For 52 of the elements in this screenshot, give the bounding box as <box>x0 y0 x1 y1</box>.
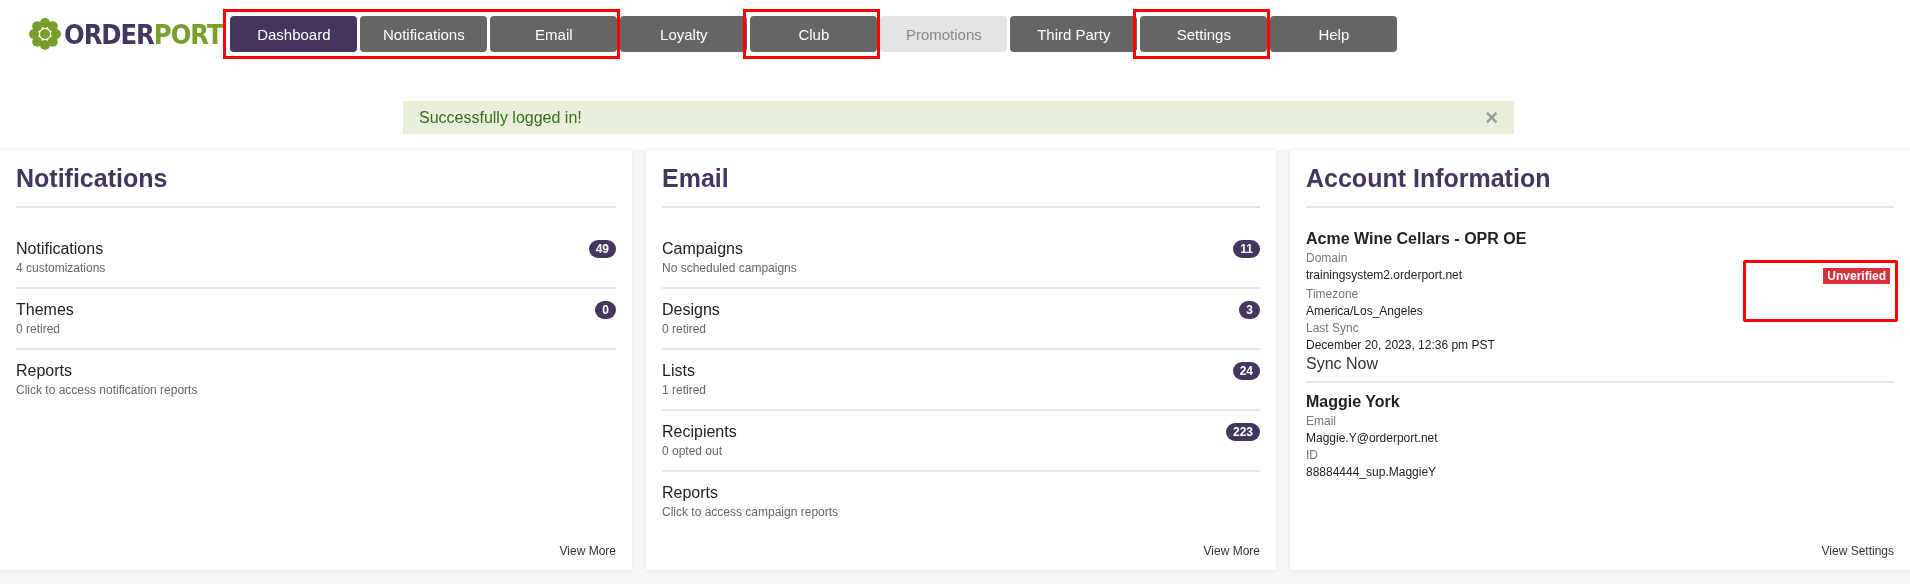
count-badge: 0 <box>595 301 616 319</box>
count-badge: 49 <box>588 240 616 258</box>
alert-message: Successfully logged in! <box>419 108 582 127</box>
field-value: 88884444_sup.MaggieY <box>1306 465 1438 479</box>
nav-tab[interactable]: Third Party <box>1010 16 1138 52</box>
item-title[interactable]: Campaigns <box>662 240 797 258</box>
card-title: Email <box>662 162 1260 208</box>
item-title[interactable]: Designs <box>662 301 720 319</box>
item-detail: 0 retired <box>662 322 708 336</box>
field-value: December 20, 2023, 12:36 pm PST <box>1306 338 1496 352</box>
item-detail: Click to access campaign reports <box>662 505 839 519</box>
item-title[interactable]: Reports <box>16 362 198 380</box>
nav-tab[interactable]: Dashboard <box>230 16 358 52</box>
field-label: ID <box>1306 448 1319 462</box>
item-title[interactable]: Recipients <box>662 423 737 441</box>
item-detail: 0 opted out <box>662 444 724 458</box>
nav-tab[interactable]: Settings <box>1140 16 1268 52</box>
field-label: Timezone <box>1306 287 1360 301</box>
item-title[interactable]: Lists <box>662 362 707 380</box>
count-badge: 223 <box>1225 423 1260 441</box>
count-badge: 24 <box>1232 362 1260 380</box>
nav-tab[interactable]: Notifications <box>360 16 488 52</box>
count-badge: 3 <box>1239 301 1260 319</box>
field-value: trainingsystem2.orderport.net <box>1306 268 1463 282</box>
field-label: Domain <box>1306 251 1349 265</box>
nav-tab[interactable]: Email <box>490 16 618 52</box>
view-settings-link[interactable]: View Settings <box>1821 544 1894 558</box>
field-value: America/Los_Angeles <box>1306 304 1424 318</box>
sync-now-link[interactable]: Sync Now <box>1306 355 1379 373</box>
field-label: Last Sync <box>1306 321 1360 335</box>
flower-logo-icon <box>28 17 62 51</box>
view-more-link[interactable]: View More <box>1203 544 1260 558</box>
item-title[interactable]: Reports <box>662 484 839 502</box>
field-label: Email <box>1306 414 1337 428</box>
nav-tab[interactable]: Club <box>750 16 878 52</box>
user-name: Maggie York <box>1306 393 1401 411</box>
item-detail: Click to access notification reports <box>16 383 198 397</box>
nav-tab[interactable]: Loyalty <box>620 16 748 52</box>
field-value: Maggie.Y@orderport.net <box>1306 431 1439 445</box>
item-title[interactable]: Themes <box>16 301 74 319</box>
item-detail: 1 retired <box>662 383 707 397</box>
account-name: Acme Wine Cellars - OPR OE <box>1306 230 1528 248</box>
logo-wordmark: ORDERPORT <box>64 18 223 50</box>
card-title: Notifications <box>16 162 616 208</box>
view-more-link[interactable]: View More <box>559 544 616 558</box>
item-detail: 0 retired <box>16 322 62 336</box>
nav-tab[interactable]: Help <box>1270 16 1398 52</box>
item-title[interactable]: Notifications <box>16 240 106 258</box>
card-title: Account Information <box>1306 162 1894 208</box>
count-badge: 11 <box>1233 240 1260 258</box>
item-detail: 4 customizations <box>16 261 106 275</box>
item-detail: No scheduled campaigns <box>662 261 797 275</box>
